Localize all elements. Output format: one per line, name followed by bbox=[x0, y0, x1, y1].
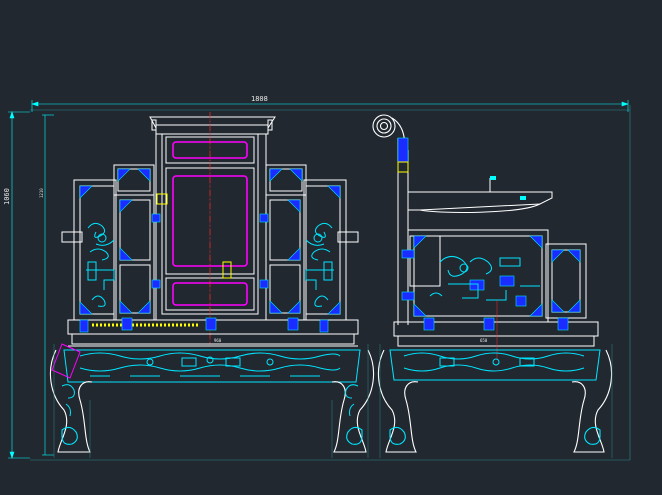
side-arm-mark-2 bbox=[520, 196, 526, 200]
front-crest-rail bbox=[149, 116, 276, 135]
overall-height-label: 1060 bbox=[3, 188, 11, 205]
front-left-carving bbox=[86, 222, 115, 307]
side-seat-blue-blocks bbox=[423, 317, 569, 331]
front-view: 960 bbox=[49, 112, 375, 458]
side-panel-carving bbox=[429, 256, 540, 301]
front-leg-guides bbox=[53, 344, 369, 458]
side-left-leg bbox=[377, 349, 419, 453]
front-seat-width-label: 960 bbox=[214, 338, 222, 343]
front-right-leg bbox=[331, 349, 375, 453]
side-post-yellow bbox=[397, 161, 409, 173]
overall-width-label: 1808 bbox=[251, 95, 268, 103]
front-leg-carvings bbox=[61, 384, 359, 417]
cad-drawing-canvas: 1808 1060 1210 960 650 bbox=[3, 95, 631, 461]
front-left-side-panel bbox=[61, 164, 155, 321]
front-left-leg bbox=[49, 349, 93, 453]
front-right-side-panel bbox=[265, 164, 359, 321]
inner-height-dimension bbox=[42, 114, 54, 456]
front-apron bbox=[63, 349, 361, 383]
inner-height-label: 1210 bbox=[39, 188, 44, 198]
side-arm-mark bbox=[490, 176, 496, 180]
front-right-carving bbox=[305, 222, 334, 307]
side-view: 650 bbox=[372, 114, 613, 458]
side-apron bbox=[389, 349, 601, 381]
side-post-blue bbox=[397, 137, 409, 163]
side-right-leg bbox=[571, 349, 613, 453]
front-selection-marker bbox=[51, 343, 81, 379]
side-seat-width-label: 650 bbox=[480, 338, 488, 343]
overall-height-dimension bbox=[8, 111, 30, 459]
side-blue-joints bbox=[401, 235, 581, 317]
side-arm-rest bbox=[407, 178, 553, 213]
